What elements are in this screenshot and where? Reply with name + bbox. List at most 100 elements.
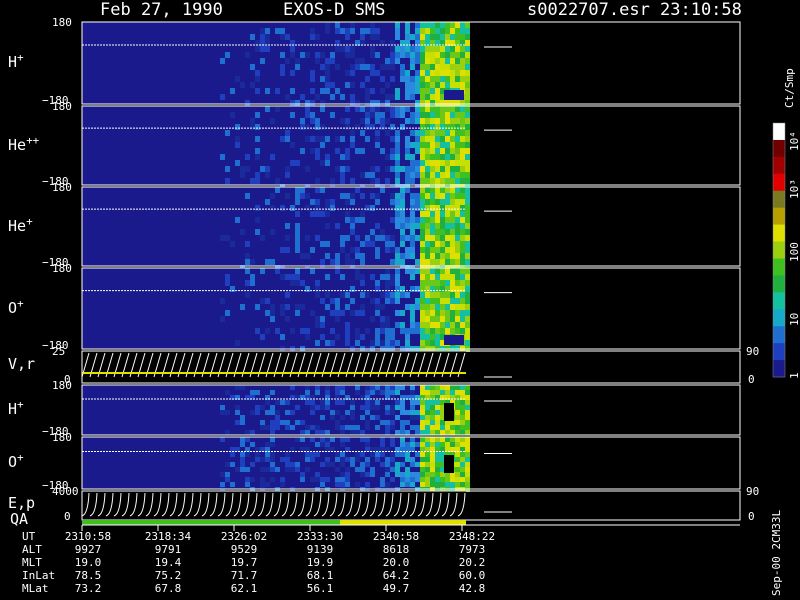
heatmap-cell — [270, 229, 275, 235]
heatmap-cell — [375, 70, 380, 76]
heatmap-cell — [265, 482, 270, 487]
heatmap-cell — [365, 482, 370, 487]
heatmap-cell — [335, 259, 340, 265]
heatmap-cell — [460, 217, 465, 223]
ephemeris-value: 19.7 — [230, 556, 258, 569]
heatmap-cell — [430, 462, 435, 467]
heatmap-cell — [465, 40, 470, 46]
heatmap-cell — [435, 118, 440, 124]
heatmap-cell — [420, 205, 425, 211]
heatmap-cell — [380, 442, 385, 447]
heatmap-cell — [240, 304, 245, 310]
heatmap-cell — [270, 420, 275, 425]
heatmap-cell — [355, 274, 360, 280]
heatmap-cell — [385, 82, 390, 88]
heatmap-cell — [420, 467, 425, 472]
heatmap-cell — [220, 410, 225, 415]
heatmap-cell — [370, 400, 375, 405]
heatmap-cell — [240, 452, 245, 457]
heatmap-cell — [444, 90, 464, 100]
heatmap-cell — [360, 415, 365, 420]
heatmap-cell — [350, 70, 355, 76]
heatmap-cell — [275, 187, 280, 193]
heatmap-cell — [350, 199, 355, 205]
heatmap-cell — [345, 52, 350, 58]
heatmap-cell — [395, 462, 400, 467]
heatmap-cell — [270, 405, 275, 410]
heatmap-cell — [455, 328, 460, 334]
heatmap-cell — [240, 229, 245, 235]
heatmap-cell — [250, 430, 255, 435]
heatmap-cell — [450, 425, 455, 430]
ephemeris-value: 7973 — [458, 543, 486, 556]
heatmap-cell — [375, 304, 380, 310]
heatmap-cell — [435, 322, 440, 328]
heatmap-cell — [460, 437, 465, 442]
heatmap-cell — [350, 52, 355, 58]
heatmap-cell — [285, 130, 290, 136]
heatmap-cell — [340, 385, 345, 390]
heatmap-cell — [445, 187, 450, 193]
colorbar-tick-label: 10⁴ — [788, 131, 800, 151]
heatmap-cell — [375, 223, 380, 229]
heatmap-cell — [415, 328, 420, 334]
heatmap-cell — [425, 400, 430, 405]
heatmap-cell — [405, 28, 410, 34]
heatmap-cell — [415, 148, 420, 154]
heatmap-cell — [300, 437, 305, 442]
heatmap-cell — [295, 304, 300, 310]
heatmap-cell — [370, 64, 375, 70]
heatmap-cell — [325, 400, 330, 405]
heatmap-cell — [405, 187, 410, 193]
heatmap-cell — [385, 100, 390, 106]
heatmap-cell — [340, 247, 345, 253]
heatmap-cell — [365, 385, 370, 390]
heatmap-cell — [435, 298, 440, 304]
heatmap-cell — [420, 106, 425, 112]
heatmap-cell — [285, 235, 290, 241]
heatmap-cell — [310, 437, 315, 442]
heatmap-cell — [410, 88, 415, 94]
heatmap-cell — [225, 310, 230, 316]
heatmap-cell — [395, 340, 400, 346]
heatmap-cell — [420, 334, 425, 340]
heatmap-cell — [375, 136, 380, 142]
heatmap-cell — [445, 292, 450, 298]
heatmap-cell — [405, 477, 410, 482]
heatmap-cell — [465, 442, 470, 447]
heatmap-cell — [410, 253, 415, 259]
heatmap-cell — [420, 437, 425, 442]
heatmap-cell — [245, 430, 250, 435]
heatmap-cell — [415, 410, 420, 415]
heatmap-cell — [435, 259, 440, 265]
y-tick-max: 180 — [52, 16, 72, 29]
heatmap-cell — [345, 211, 350, 217]
heatmap-cell — [445, 22, 450, 28]
heatmap-cell — [445, 166, 450, 172]
heatmap-cell — [320, 316, 325, 322]
heatmap-cell — [390, 328, 395, 334]
heatmap-cell — [370, 28, 375, 34]
heatmap-cell — [445, 217, 450, 223]
heatmap-cell — [435, 223, 440, 229]
heatmap-cell — [420, 316, 425, 322]
heatmap-cell — [330, 58, 335, 64]
heatmap-cell — [425, 223, 430, 229]
heatmap-cell — [405, 430, 410, 435]
heatmap-cell — [295, 100, 300, 106]
heatmap-cell — [370, 340, 375, 346]
heatmap-cell — [440, 442, 445, 447]
heatmap-cell — [455, 58, 460, 64]
heatmap-cell — [455, 410, 460, 415]
heatmap-cell — [340, 46, 345, 52]
heatmap-cell — [450, 316, 455, 322]
heatmap-cell — [405, 142, 410, 148]
heatmap-cell — [375, 390, 380, 395]
heatmap-cell — [315, 211, 320, 217]
heatmap-cell — [375, 199, 380, 205]
heatmap-cell — [225, 274, 230, 280]
heatmap-cell — [390, 64, 395, 70]
heatmap-cell — [415, 462, 420, 467]
heatmap-cell — [420, 229, 425, 235]
heatmap-cell — [370, 274, 375, 280]
